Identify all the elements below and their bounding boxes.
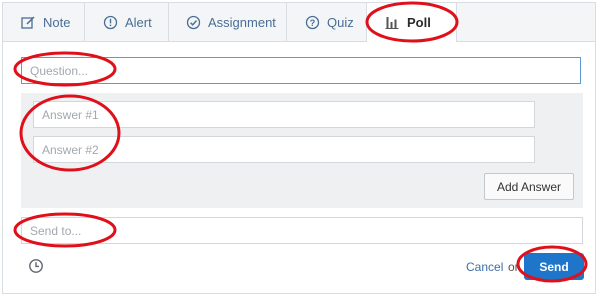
note-edit-icon <box>20 14 36 30</box>
tab-quiz[interactable]: ? Quiz <box>287 3 367 41</box>
tab-assignment[interactable]: Assignment <box>169 3 287 41</box>
send-to-input[interactable] <box>21 217 583 244</box>
send-button[interactable]: Send <box>524 253 584 280</box>
tab-bar: Note Alert Assignment ? Quiz Poll <box>3 3 595 42</box>
add-answer-button[interactable]: Add Answer <box>484 173 574 200</box>
assignment-check-icon <box>185 14 201 30</box>
quiz-question-icon: ? <box>304 14 320 30</box>
answer-2-input[interactable] <box>33 136 535 163</box>
post-composer-panel: Note Alert Assignment ? Quiz Poll Questi… <box>2 2 596 294</box>
tab-note[interactable]: Note <box>3 3 85 41</box>
tab-quiz-label: Quiz <box>327 14 354 30</box>
tab-poll[interactable]: Poll <box>367 3 457 42</box>
cancel-link[interactable]: Cancel <box>466 260 503 274</box>
poll-bars-icon <box>384 15 400 31</box>
question-input[interactable] <box>21 57 581 84</box>
tab-poll-label: Poll <box>407 15 431 30</box>
schedule-clock-icon[interactable] <box>28 258 44 274</box>
svg-text:?: ? <box>309 17 315 27</box>
answer-1-input[interactable] <box>33 101 535 128</box>
or-label: or <box>508 260 519 274</box>
tab-assignment-label: Assignment <box>208 14 276 30</box>
tab-alert-label: Alert <box>125 14 152 30</box>
answers-section: Add Answer <box>21 93 583 208</box>
alert-icon <box>102 14 118 30</box>
tab-note-label: Note <box>43 14 71 30</box>
tab-alert[interactable]: Alert <box>85 3 169 41</box>
